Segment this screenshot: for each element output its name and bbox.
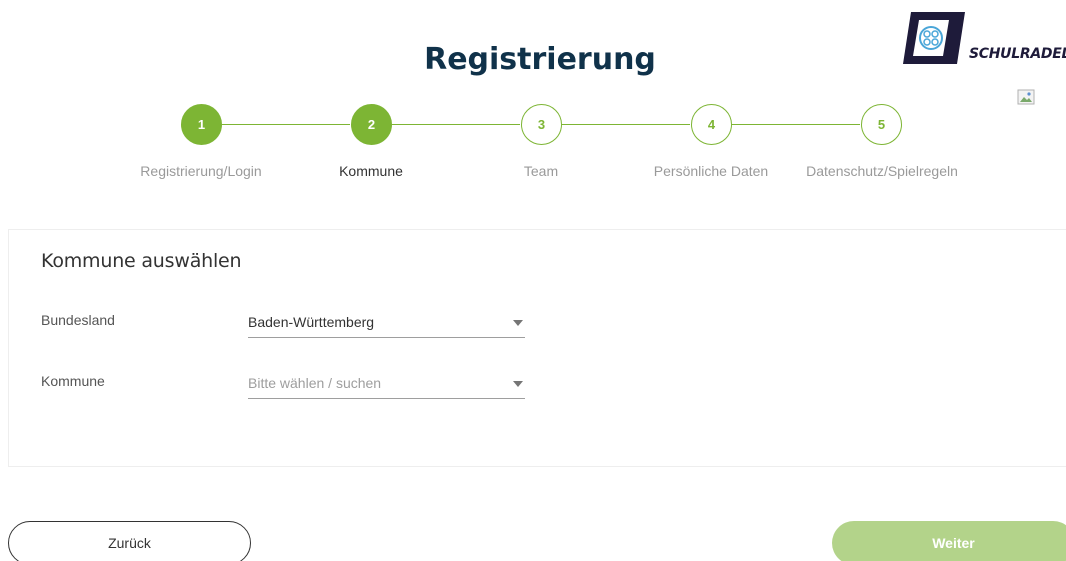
back-button[interactable]: Zurück	[8, 521, 251, 561]
step-2-circle[interactable]: 2	[351, 104, 392, 145]
bundesland-value: Baden-Württemberg	[248, 314, 375, 330]
step-connector	[222, 124, 350, 125]
step-3-circle: 3	[521, 104, 562, 145]
step-4-label: Persönliche Daten	[653, 163, 769, 179]
kommune-label: Kommune	[41, 373, 105, 389]
kommune-placeholder: Bitte wählen / suchen	[248, 375, 382, 391]
step-1-label: Registrierung/Login	[140, 163, 262, 179]
kommune-form-card: Kommune auswählen Bundesland Baden-Württ…	[8, 229, 1066, 467]
dropdown-arrow-icon	[513, 320, 523, 326]
logo-wordmark: SCHULRADELN	[969, 46, 1066, 62]
next-button[interactable]: Weiter	[832, 521, 1066, 561]
step-2-label: Kommune	[339, 163, 403, 179]
form-title: Kommune auswählen	[41, 250, 242, 272]
step-3-label: Team	[523, 163, 559, 179]
logo-bike-icon	[903, 12, 965, 64]
bundesland-select[interactable]: Baden-Württemberg	[248, 308, 525, 338]
step-connector	[392, 124, 520, 125]
registration-stepper: 1 2 3 4 5 Registrierung/Login Kommune Te…	[0, 104, 1066, 184]
step-5-circle: 5	[861, 104, 902, 145]
step-connector	[732, 124, 860, 125]
broken-image-icon	[1017, 89, 1035, 105]
step-5-label: Datenschutz/Spielregeln	[806, 163, 958, 179]
step-connector	[562, 124, 690, 125]
schulradeln-logo: SCHULRADELN	[903, 12, 1066, 64]
bundesland-label: Bundesland	[41, 312, 115, 328]
step-1-circle[interactable]: 1	[181, 104, 222, 145]
step-4-circle: 4	[691, 104, 732, 145]
dropdown-arrow-icon	[513, 381, 523, 387]
kommune-select[interactable]: Bitte wählen / suchen	[248, 369, 525, 399]
